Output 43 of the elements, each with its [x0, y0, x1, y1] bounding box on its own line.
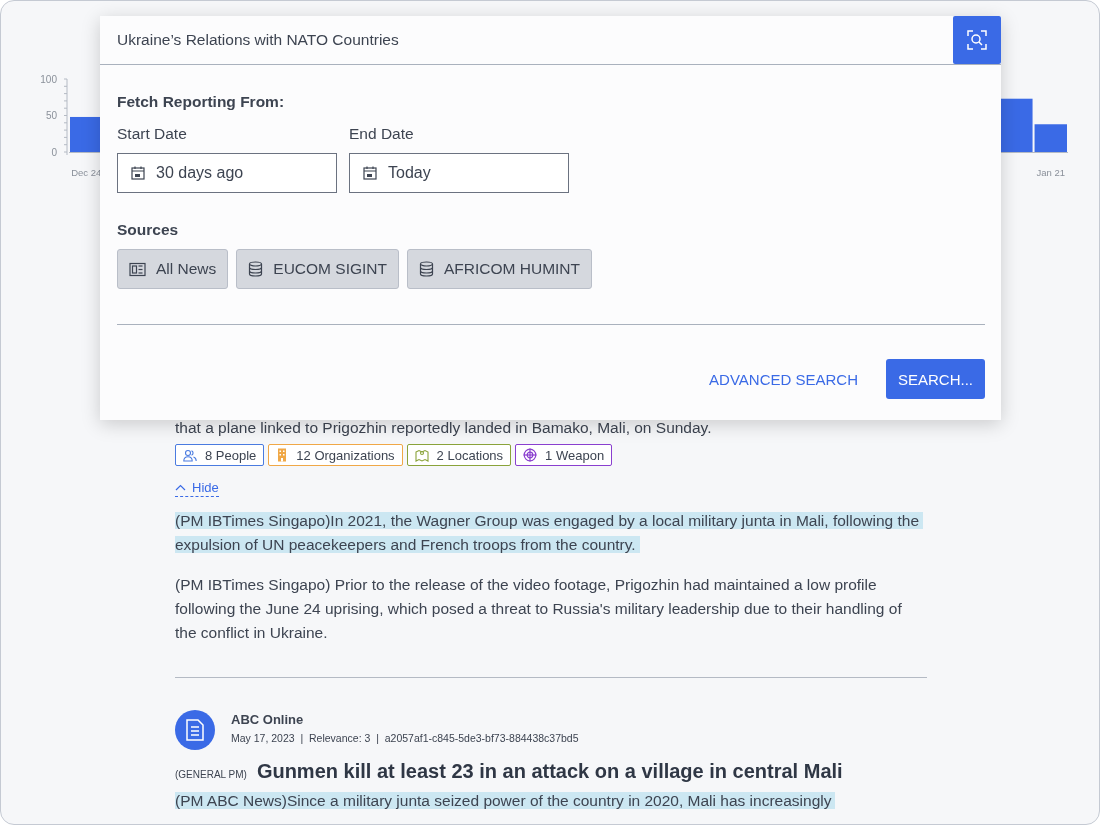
search-icon	[967, 30, 987, 50]
document-avatar-icon	[175, 710, 215, 750]
headline[interactable]: Gunmen kill at least 23 in an attack on a village in central Mali	[256, 760, 843, 783]
hide-link[interactable]: Hide	[175, 479, 219, 497]
source-chip[interactable]: All News	[117, 249, 229, 289]
result-meta: May 17, 2023 | Relevance: 3 | a2057af1-c845-5de3-bf73-884438c37bd5	[231, 732, 579, 744]
database-icon	[418, 261, 434, 277]
section-heading: Sources	[117, 221, 180, 239]
date-field[interactable]: 30 days ago	[117, 153, 337, 193]
axis-label: Jan 21	[1036, 167, 1066, 178]
excerpt-paragraph: (PM IBTimes Singapo) Prior to the release of the video footage, Prigozhin had maintained a low profile following the June 24 uprising, which posed a threat to Russia's military leadership due to their handling of the conflict in Ukraine.	[175, 575, 903, 643]
calendar-icon	[362, 165, 378, 181]
target-icon	[523, 448, 538, 462]
field-label: End Date	[349, 125, 415, 143]
database-icon	[248, 261, 264, 277]
date-field[interactable]: Today	[349, 153, 569, 193]
section-heading: Fetch Reporting From:	[117, 93, 286, 111]
search-submit-button[interactable]: SEARCH...	[886, 359, 985, 399]
article-text: that a plane linked to Prigozhin reportedly landed in Bamako, Mali, on Sunday.	[175, 418, 713, 438]
bar[interactable]	[70, 116, 103, 152]
axis-label: 50	[45, 110, 57, 121]
entity-tag[interactable]: 8 People	[175, 444, 265, 466]
axis-label: 0	[51, 146, 57, 158]
calendar-icon	[130, 165, 146, 181]
source-chip[interactable]: EUCOM SIGINT	[236, 249, 399, 289]
bar[interactable]	[1000, 98, 1033, 152]
newspaper-icon	[129, 261, 146, 277]
advanced-search-link[interactable]: ADVANCED SEARCH	[709, 370, 858, 388]
chevron-up-icon	[175, 484, 186, 491]
field-label: Start Date	[117, 125, 188, 143]
category-tag: (GENERAL PM)	[175, 769, 247, 780]
query-text: Ukraine’s Relations with NATO Countries	[116, 31, 400, 49]
people-icon	[183, 448, 197, 462]
source-name: ABC Online	[231, 712, 305, 727]
axis-label: Dec 24	[71, 167, 102, 178]
search-button[interactable]	[953, 16, 1001, 64]
axis-label: 100	[40, 73, 57, 85]
entity-tag[interactable]: 2 Locations	[406, 444, 512, 466]
map-pin-icon	[414, 448, 429, 462]
entity-tag[interactable]: 12 Organizations	[268, 444, 403, 466]
source-chip[interactable]: AFRICOM HUMINT	[406, 249, 592, 289]
entity-tag[interactable]: 1 Weapon	[515, 444, 613, 466]
building-icon	[276, 448, 289, 462]
